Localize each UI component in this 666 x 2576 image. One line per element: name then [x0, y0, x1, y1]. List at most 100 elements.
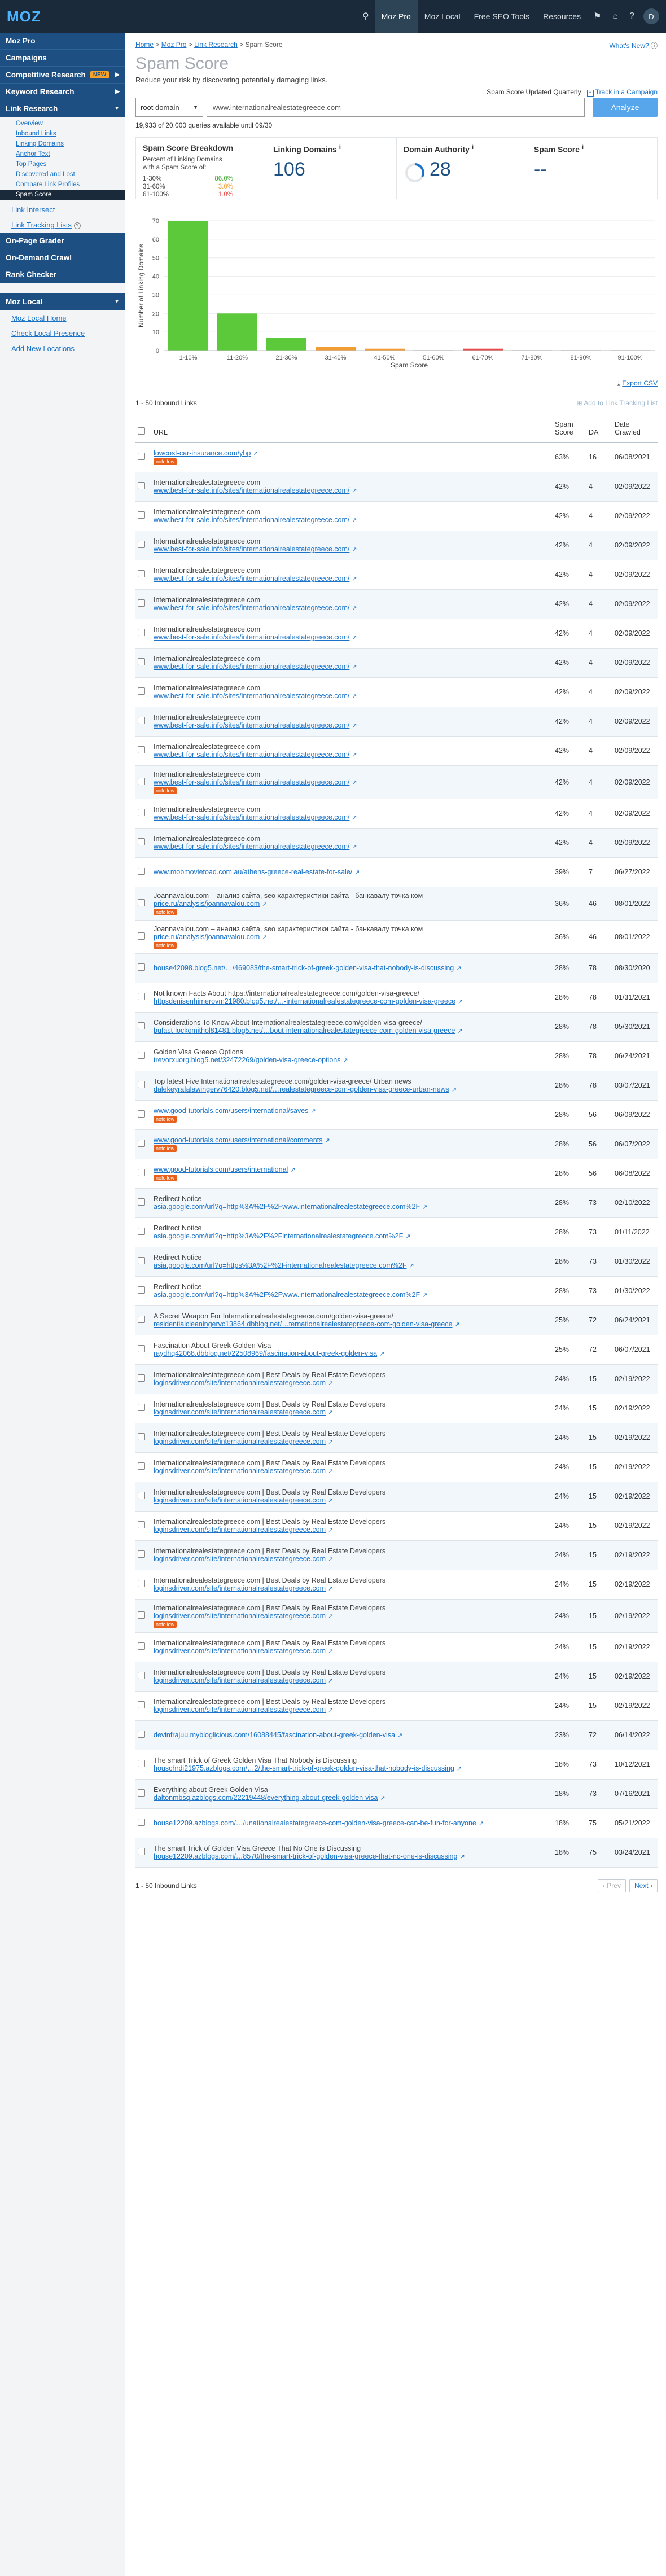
link-url[interactable]: asia.google.com/url?q=http%3A%2F%2Fwww.i… — [154, 1291, 420, 1299]
sidebar-item-label[interactable]: Compare Link Profiles — [16, 181, 80, 188]
row-checkbox[interactable] — [138, 1672, 145, 1679]
external-link-icon[interactable]: ↗ — [352, 546, 357, 553]
column-url[interactable]: URL — [151, 415, 553, 443]
domain-input[interactable]: www.internationalrealestategreece.com — [207, 98, 585, 117]
sidebar-link-tracking-lists[interactable]: Link Tracking Lists? — [0, 217, 125, 233]
row-checkbox[interactable] — [138, 1760, 145, 1767]
link-url[interactable]: loginsdriver.com/site/internationalreale… — [154, 1496, 326, 1504]
row-checkbox[interactable] — [138, 1642, 145, 1650]
row-checkbox[interactable] — [138, 1492, 145, 1499]
row-checkbox[interactable] — [138, 746, 145, 753]
breadcrumb-moz-pro[interactable]: Moz Pro — [161, 41, 187, 49]
sidebar-item-inbound-links[interactable]: Inbound Links — [0, 129, 125, 139]
help-icon[interactable]: i — [472, 143, 474, 151]
sidebar-item-label[interactable]: Inbound Links — [16, 130, 56, 137]
link-url[interactable]: loginsdriver.com/site/internationalreale… — [154, 1584, 326, 1592]
sidebar-item-label[interactable]: Spam Score — [16, 191, 51, 198]
row-checkbox[interactable] — [138, 1819, 145, 1826]
link-url[interactable]: www.best-for-sale.info/sites/internation… — [154, 604, 349, 612]
link-url[interactable]: price.ru/analysis/joannavalou.com — [154, 933, 260, 941]
external-link-icon[interactable]: ↗ — [325, 1137, 330, 1144]
row-checkbox[interactable] — [138, 1550, 145, 1558]
row-checkbox[interactable] — [138, 1433, 145, 1440]
link-url[interactable]: asia.google.com/url?q=http%3A%2F%2Finter… — [154, 1232, 403, 1240]
prev-button[interactable]: ‹ Prev — [597, 1878, 626, 1892]
link-url[interactable]: residentialcleaningervc13864.dbblog.net/… — [154, 1320, 453, 1328]
external-link-icon[interactable]: ↗ — [455, 1321, 460, 1328]
link-url[interactable]: asia.google.com/url?q=https%3A%2F%2Finte… — [154, 1261, 407, 1269]
link-url[interactable]: bufast-lockomithol81481.blog5.net/…bout-… — [154, 1027, 455, 1035]
row-checkbox[interactable] — [138, 511, 145, 519]
external-link-icon[interactable]: ↗ — [343, 1057, 348, 1064]
link-url[interactable]: www.best-for-sale.info/sites/internation… — [154, 516, 349, 524]
sidebar-section-link-research[interactable]: Link Research ▼ — [0, 100, 125, 117]
external-link-icon[interactable]: ↗ — [253, 450, 258, 457]
external-link-icon[interactable]: ↗ — [328, 1409, 333, 1416]
sidebar-item-compare-link-profiles[interactable]: Compare Link Profiles — [0, 179, 125, 190]
sidebar-section-keyword-research[interactable]: Keyword Research ▶ — [0, 84, 125, 100]
sidebar-item-anchor-text[interactable]: Anchor Text — [0, 149, 125, 159]
external-link-icon[interactable]: ↗ — [380, 1795, 385, 1802]
row-checkbox[interactable] — [138, 687, 145, 695]
external-link-icon[interactable]: ↗ — [328, 1648, 333, 1655]
link-url[interactable]: www.best-for-sale.info/sites/internation… — [154, 778, 349, 786]
row-checkbox[interactable] — [138, 809, 145, 816]
sidebar-item-linking-domains[interactable]: Linking Domains — [0, 139, 125, 149]
external-link-icon[interactable]: ↗ — [352, 752, 357, 759]
external-link-icon[interactable]: ↗ — [458, 998, 463, 1005]
row-checkbox[interactable] — [138, 1374, 145, 1382]
external-link-icon[interactable]: ↗ — [405, 1233, 410, 1240]
external-link-icon[interactable]: ↗ — [422, 1292, 427, 1299]
external-link-icon[interactable]: ↗ — [479, 1820, 484, 1827]
link-url[interactable]: www.best-for-sale.info/sites/internation… — [154, 692, 349, 700]
sidebar-section-rank-checker[interactable]: Rank Checker — [0, 266, 125, 283]
link-url[interactable]: www.good-tutorials.com/users/internation… — [154, 1136, 322, 1144]
link-url[interactable]: raydhq42068.dbblog.net/22508969/fascinat… — [154, 1350, 377, 1357]
row-checkbox[interactable] — [138, 1731, 145, 1738]
row-checkbox[interactable] — [138, 932, 145, 940]
row-checkbox[interactable] — [138, 717, 145, 724]
add-to-link-tracking[interactable]: ⊞ Add to Link Tracking List — [577, 399, 658, 407]
row-checkbox[interactable] — [138, 570, 145, 577]
link-url[interactable]: loginsdriver.com/site/internationalreale… — [154, 1408, 326, 1416]
search-icon[interactable]: ⚲ — [357, 0, 375, 33]
link-url[interactable]: loginsdriver.com/site/internationalreale… — [154, 1647, 326, 1655]
external-link-icon[interactable]: ↗ — [379, 1351, 384, 1357]
row-checkbox[interactable] — [138, 629, 145, 636]
link-url[interactable]: house12209.azblogs.com/…/unationalreales… — [154, 1819, 476, 1827]
external-link-icon[interactable]: ↗ — [352, 844, 357, 851]
link-url[interactable]: www.best-for-sale.info/sites/internation… — [154, 575, 349, 582]
help-icon[interactable]: ⓘ — [651, 42, 658, 50]
whats-new-link[interactable]: What's New? — [609, 42, 649, 50]
link-url[interactable]: httpsdenisenhimerovm21980.blog5.net/…-in… — [154, 997, 455, 1005]
link-url[interactable]: www.best-for-sale.info/sites/internation… — [154, 487, 349, 494]
column-spam-score[interactable]: Spam Score — [553, 415, 586, 443]
track-in-campaign-link[interactable]: Track in a Campaign — [595, 88, 658, 96]
analyze-button[interactable]: Analyze — [593, 98, 658, 117]
sidebar-section-campaigns[interactable]: Campaigns — [0, 50, 125, 67]
sidebar-section-on-page-grader[interactable]: On-Page Grader — [0, 233, 125, 249]
external-link-icon[interactable]: ↗ — [328, 1468, 333, 1475]
sidebar-section-moz-pro[interactable]: Moz Pro — [0, 33, 125, 50]
row-checkbox[interactable] — [138, 899, 145, 906]
help-icon[interactable]: ? — [73, 222, 81, 229]
row-checkbox[interactable] — [138, 1081, 145, 1088]
link-url[interactable]: loginsdriver.com/site/internationalreale… — [154, 1526, 326, 1534]
external-link-icon[interactable]: ↗ — [409, 1263, 414, 1269]
row-checkbox[interactable] — [138, 1169, 145, 1176]
sidebar-link-check-local-presence[interactable]: Check Local Presence — [0, 326, 125, 341]
row-checkbox[interactable] — [138, 993, 145, 1000]
external-link-icon[interactable]: ↗ — [422, 1204, 427, 1211]
external-link-icon[interactable]: ↗ — [328, 1707, 333, 1714]
link-url[interactable]: www.best-for-sale.info/sites/internation… — [154, 751, 349, 759]
sidebar-link-intersect[interactable]: Link Intersect — [0, 202, 125, 217]
external-link-icon[interactable]: ↗ — [352, 693, 357, 700]
link-url[interactable]: devinfrajuu.mybloglicious.com/16088445/f… — [154, 1731, 395, 1739]
row-checkbox[interactable] — [138, 777, 145, 785]
link-url[interactable]: loginsdriver.com/site/internationalreale… — [154, 1706, 326, 1714]
row-checkbox[interactable] — [138, 1521, 145, 1528]
link-url[interactable]: www.best-for-sale.info/sites/internation… — [154, 663, 349, 671]
row-checkbox[interactable] — [138, 1228, 145, 1235]
row-checkbox[interactable] — [138, 1257, 145, 1264]
link-url[interactable]: www.best-for-sale.info/sites/internation… — [154, 843, 349, 851]
